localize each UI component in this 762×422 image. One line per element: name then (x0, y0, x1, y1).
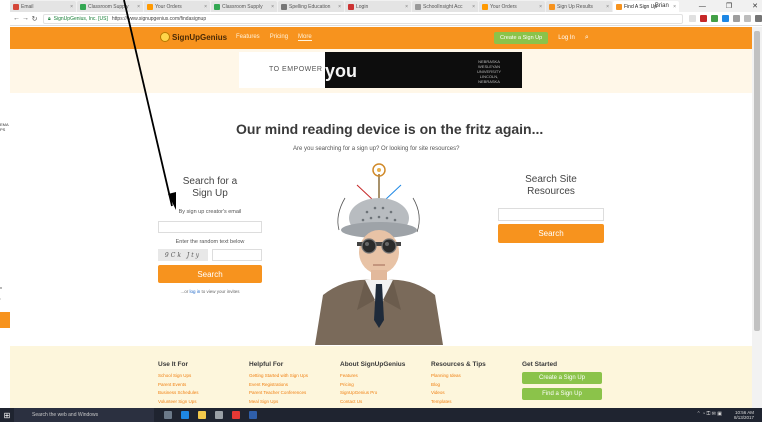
edge-icon[interactable] (181, 411, 189, 419)
system-tray-icons[interactable]: ⌃ ◔ ⚿ ✉ ▣ (697, 411, 723, 417)
taskbar-search[interactable]: Search the web and Windows (14, 408, 154, 422)
task-view-icon[interactable] (164, 411, 172, 419)
windows-start-icon[interactable]: ⊞ (0, 408, 14, 422)
annotation-arrow (123, 0, 176, 210)
windows-taskbar: ⊞ Search the web and Windows ⌃ ◔ ⚿ ✉ ▣ 1… (0, 408, 762, 422)
file-explorer-icon[interactable] (198, 411, 206, 419)
store-icon[interactable] (215, 411, 223, 419)
word-icon[interactable] (249, 411, 257, 419)
taskbar-apps (164, 411, 257, 419)
screenshot-root: Email × Classroom Supply × Your Orders × Class… (0, 0, 762, 422)
clock-date: 8/13/2017 (733, 415, 754, 420)
chrome-icon[interactable] (232, 411, 240, 419)
taskbar-clock[interactable]: 10:56 AM 8/13/2017 (734, 410, 754, 420)
